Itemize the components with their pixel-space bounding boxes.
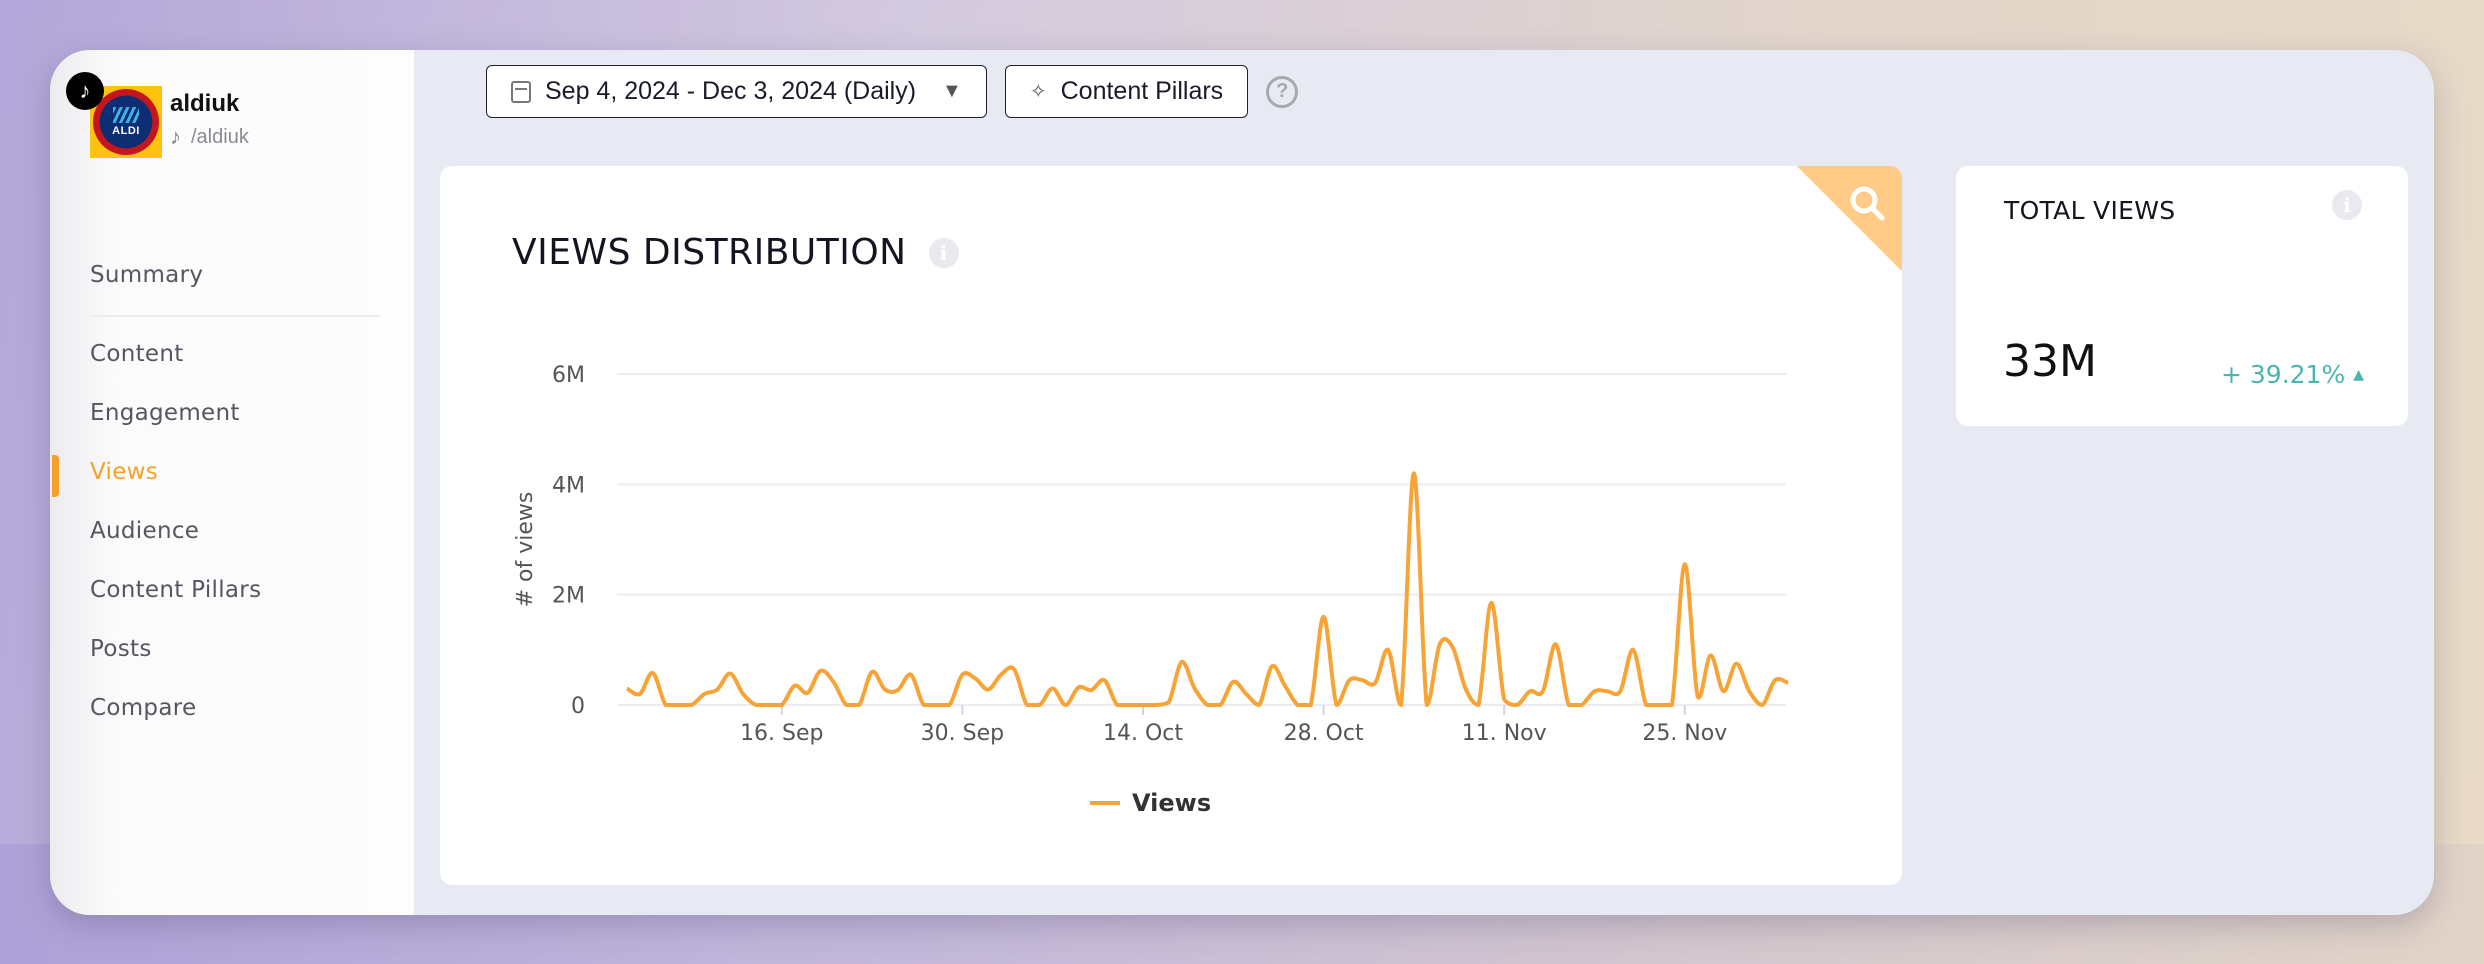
date-range-picker[interactable]: Sep 4, 2024 - Dec 3, 2024 (Daily) ▼ <box>486 65 987 118</box>
sidebar-item-posts[interactable]: Posts <box>90 620 380 679</box>
help-icon[interactable]: ? <box>1266 75 1299 108</box>
sidebar-item-content[interactable]: Content <box>90 325 380 384</box>
nav-divider <box>90 315 380 317</box>
total-views-title: TOTAL VIEWS <box>2004 196 2176 225</box>
y-tick-label: 0 <box>571 694 585 719</box>
x-tick-label: 28. Oct <box>1284 721 1364 746</box>
x-tick-label: 30. Sep <box>921 721 1004 746</box>
y-axis-title: # of views <box>513 492 538 608</box>
profile-name: aldiuk <box>170 90 240 117</box>
views-series-line[interactable] <box>625 471 1789 707</box>
logo-text: ALDI <box>112 125 140 137</box>
x-tick-label: 16. Sep <box>740 721 823 746</box>
y-tick-label: 6M <box>552 363 585 388</box>
y-tick-label: 2M <box>552 584 585 609</box>
date-range-label: Sep 4, 2024 - Dec 3, 2024 (Daily) <box>545 77 917 105</box>
profile-handle-text: /aldiuk <box>191 125 249 148</box>
profile-handle[interactable]: ♪ /aldiuk <box>170 124 249 150</box>
change-percent: + 39.21% <box>2221 360 2346 389</box>
sparkle-icon: ✧ <box>1029 81 1047 103</box>
sidebar: ALDI ♪ aldiuk ♪ /aldiuk Summary Content … <box>50 50 414 915</box>
views-distribution-card: VIEWS DISTRIBUTION i 0 2M 4M 6M # of views 16… <box>440 166 1902 885</box>
total-views-card: TOTAL VIEWS i 33M + 39.21% ▲ <box>1956 166 2408 426</box>
total-views-value: 33M <box>2003 336 2097 387</box>
legend-label[interactable]: Views <box>1132 789 1211 817</box>
sidebar-nav: Summary Content Engagement Views Audienc… <box>52 246 380 738</box>
info-icon[interactable]: i <box>2332 190 2362 220</box>
profile-header: ALDI ♪ aldiuk ♪ /aldiuk <box>66 72 390 176</box>
y-tick-label: 4M <box>552 473 585 498</box>
sidebar-item-content-pillars[interactable]: Content Pillars <box>90 561 380 620</box>
calendar-icon <box>511 80 531 103</box>
views-chart[interactable]: 0 2M 4M 6M # of views 16. Sep 30. Sep 14. Oct 28… <box>440 166 1902 885</box>
sidebar-item-engagement[interactable]: Engagement <box>90 384 380 443</box>
sidebar-item-views[interactable]: Views <box>52 443 380 502</box>
x-tick-label: 25. Nov <box>1642 721 1727 746</box>
toolbar: Sep 4, 2024 - Dec 3, 2024 (Daily) ▼ ✧ Co… <box>486 65 1299 118</box>
caret-down-icon: ▼ <box>942 80 962 102</box>
x-tick-label: 14. Oct <box>1103 721 1183 746</box>
total-views-change: + 39.21% ▲ <box>2221 360 2364 389</box>
content-pillars-button[interactable]: ✧ Content Pillars <box>1004 65 1249 118</box>
tiktok-icon: ♪ <box>66 72 104 110</box>
tiktok-icon: ♪ <box>170 124 181 149</box>
trend-up-icon: ▲ <box>2353 366 2364 383</box>
aldi-logo: ALDI <box>93 89 159 155</box>
x-tick-label: 11. Nov <box>1462 721 1547 746</box>
sidebar-item-compare[interactable]: Compare <box>90 679 380 738</box>
app-window: ALDI ♪ aldiuk ♪ /aldiuk Summary Content … <box>50 50 2434 915</box>
logo-stripes <box>113 107 139 123</box>
sidebar-item-summary[interactable]: Summary <box>90 246 380 305</box>
sidebar-item-audience[interactable]: Audience <box>90 502 380 561</box>
content-pillars-label: Content Pillars <box>1060 77 1224 105</box>
